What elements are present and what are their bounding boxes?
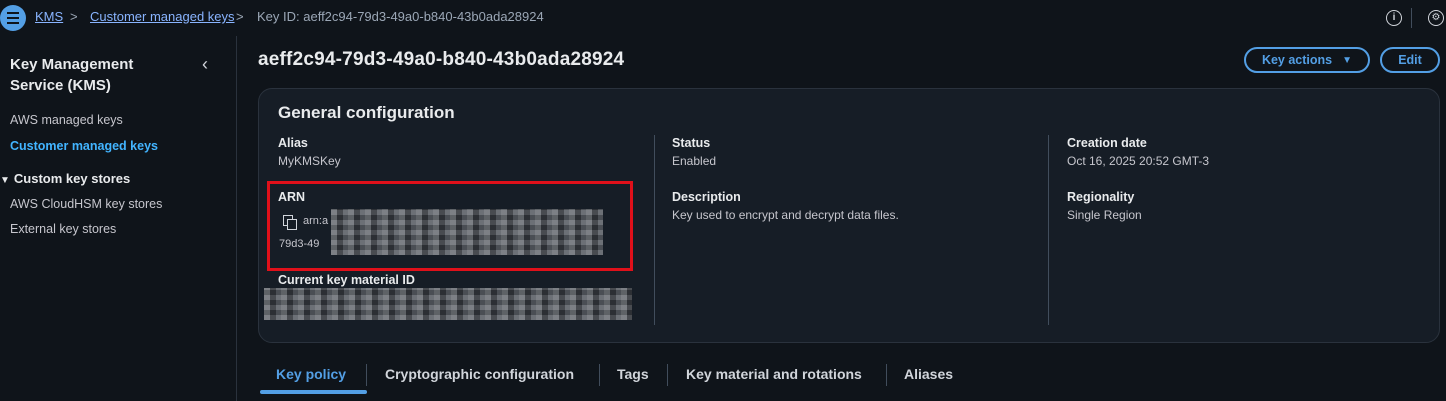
creation-date-label: Creation date [1067, 136, 1147, 150]
divider [1411, 8, 1412, 28]
breadcrumb-current: Key ID: aeff2c94-79d3-49a0-b840-43b0ada2… [257, 9, 544, 24]
key-actions-label: Key actions [1261, 53, 1333, 67]
regionality-value: Single Region [1067, 208, 1142, 222]
tab-tags[interactable]: Tags [617, 366, 649, 382]
tab-aliases[interactable]: Aliases [904, 366, 953, 382]
tab-key-material-and-rotations[interactable]: Key material and rotations [686, 366, 862, 382]
breadcrumb-separator: > [70, 9, 78, 24]
column-divider [1048, 135, 1049, 325]
tab-cryptographic-configuration[interactable]: Cryptographic configuration [385, 366, 574, 382]
page-title: aeff2c94-79d3-49a0-b840-43b0ada28924 [258, 49, 625, 70]
redacted-key-material-id [264, 288, 632, 320]
sidebar-title: Key Management Service (KMS) [10, 56, 134, 94]
tabs: Key policy Cryptographic configuration T… [258, 352, 1446, 401]
breadcrumb-customer-managed-keys[interactable]: Customer managed keys [90, 9, 235, 24]
tab-key-policy[interactable]: Key policy [276, 366, 346, 382]
status-label: Status [672, 136, 711, 150]
tab-separator [667, 364, 668, 386]
top-bar: KMS > Customer managed keys > Key ID: ae… [0, 0, 1446, 36]
sidebar-item-cloudhsm-key-stores[interactable]: AWS CloudHSM key stores [10, 197, 162, 211]
alias-value: MyKMSKey [278, 154, 341, 168]
panel-title: General configuration [278, 103, 455, 122]
collapse-sidebar-icon[interactable]: ‹ [202, 54, 208, 75]
sidebar-section-label: Custom key stores [13, 171, 131, 186]
breadcrumb-separator: > [236, 9, 244, 24]
regionality-label: Regionality [1067, 190, 1135, 204]
column-divider [654, 135, 655, 325]
tab-separator [599, 364, 600, 386]
description-label: Description [672, 190, 741, 204]
description-value: Key used to encrypt and decrypt data fil… [672, 208, 899, 222]
sidebar-item-customer-managed-keys[interactable]: Customer managed keys [10, 139, 158, 153]
sidebar: Key Management Service (KMS) ‹ AWS manag… [0, 36, 237, 401]
chevron-down-icon: ▼ [0, 175, 10, 186]
settings-icon[interactable]: ⚙ [1428, 10, 1444, 26]
active-tab-indicator [260, 390, 367, 394]
chevron-down-icon: ▼ [1342, 54, 1353, 66]
sidebar-item-external-key-stores[interactable]: External key stores [10, 222, 116, 236]
alias-label: Alias [278, 136, 308, 150]
arn-highlight-box [267, 181, 633, 271]
current-key-material-label: Current key material ID [278, 273, 415, 287]
menu-icon[interactable] [0, 5, 26, 31]
status-value: Enabled [672, 154, 717, 168]
tab-separator [886, 364, 887, 386]
tab-separator [366, 364, 367, 386]
breadcrumb-kms[interactable]: KMS [35, 9, 63, 24]
creation-date-value: Oct 16, 2025 20:52 GMT-3 [1067, 154, 1210, 168]
edit-button[interactable]: Edit [1380, 47, 1440, 73]
sidebar-section-custom-key-stores[interactable]: ▼ Custom key stores [0, 171, 130, 186]
info-icon[interactable]: i [1386, 10, 1402, 26]
key-actions-button[interactable]: Key actions ▼ [1244, 47, 1370, 73]
sidebar-item-aws-managed-keys[interactable]: AWS managed keys [10, 113, 123, 127]
